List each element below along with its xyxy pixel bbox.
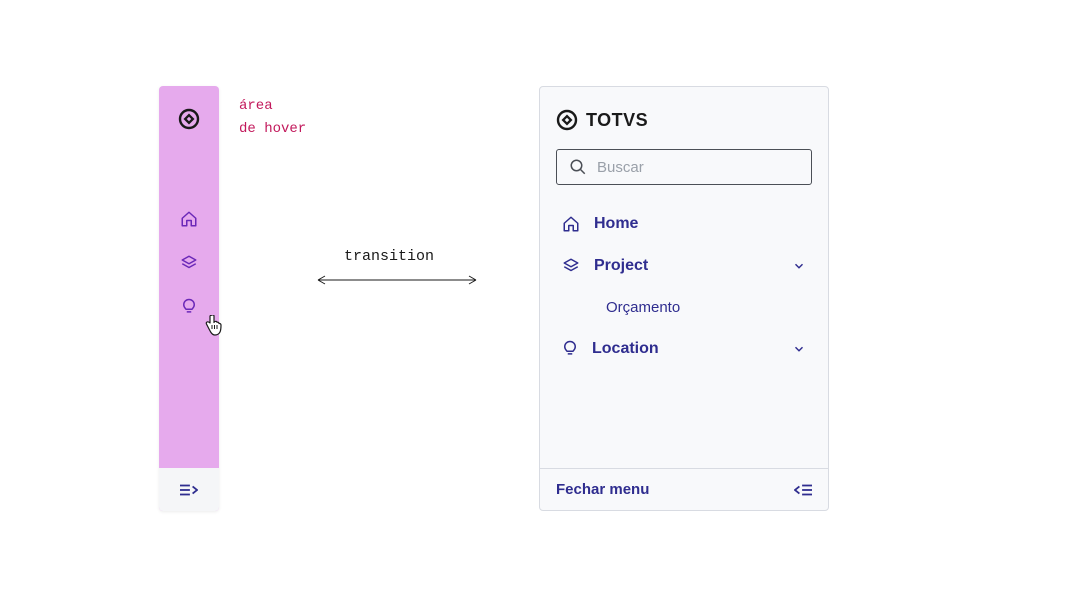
search-box[interactable] [556, 149, 812, 185]
transition-arrow-icon [314, 272, 480, 288]
nav-items: Home Project Orçamento Location [540, 201, 828, 372]
expand-icon [180, 483, 198, 497]
brand-logo-icon [556, 109, 578, 131]
collapse-icon [794, 483, 812, 497]
brand-logo-icon [178, 108, 200, 130]
collapsed-nav-icons [180, 210, 198, 316]
expanded-sidebar: TOTVS Home Project [539, 86, 829, 511]
nav-item-home[interactable]: Home [556, 207, 812, 241]
lightbulb-icon [562, 340, 578, 358]
sidebar-header: TOTVS [540, 87, 828, 201]
collapsed-sidebar [159, 86, 219, 511]
brand-row: TOTVS [556, 109, 812, 131]
transition-annotation: transition [344, 248, 434, 265]
home-icon [562, 215, 580, 233]
annotation-line-2: de hover [239, 118, 306, 141]
chevron-down-icon [792, 342, 806, 356]
nav-label-home: Home [594, 215, 806, 233]
nav-subitem-orcamento[interactable]: Orçamento [556, 291, 812, 324]
nav-label-location: Location [592, 340, 778, 358]
expand-button[interactable] [159, 468, 219, 511]
search-icon [569, 158, 587, 176]
nav-item-project[interactable]: Project [556, 249, 812, 283]
home-icon[interactable] [180, 210, 198, 228]
layers-icon[interactable] [180, 254, 198, 272]
nav-item-location[interactable]: Location [556, 332, 812, 366]
close-menu-label: Fechar menu [556, 481, 649, 498]
lightbulb-icon[interactable] [181, 298, 197, 316]
pointer-cursor-icon [203, 315, 223, 337]
chevron-down-icon [792, 259, 806, 273]
layers-icon [562, 257, 580, 275]
annotation-line-1: área [239, 95, 306, 118]
nav-label-project: Project [594, 257, 778, 275]
brand-name: TOTVS [586, 110, 648, 131]
close-menu-button[interactable]: Fechar menu [540, 468, 828, 510]
search-input[interactable] [597, 159, 799, 176]
hover-area-annotation: área de hover [239, 95, 306, 141]
